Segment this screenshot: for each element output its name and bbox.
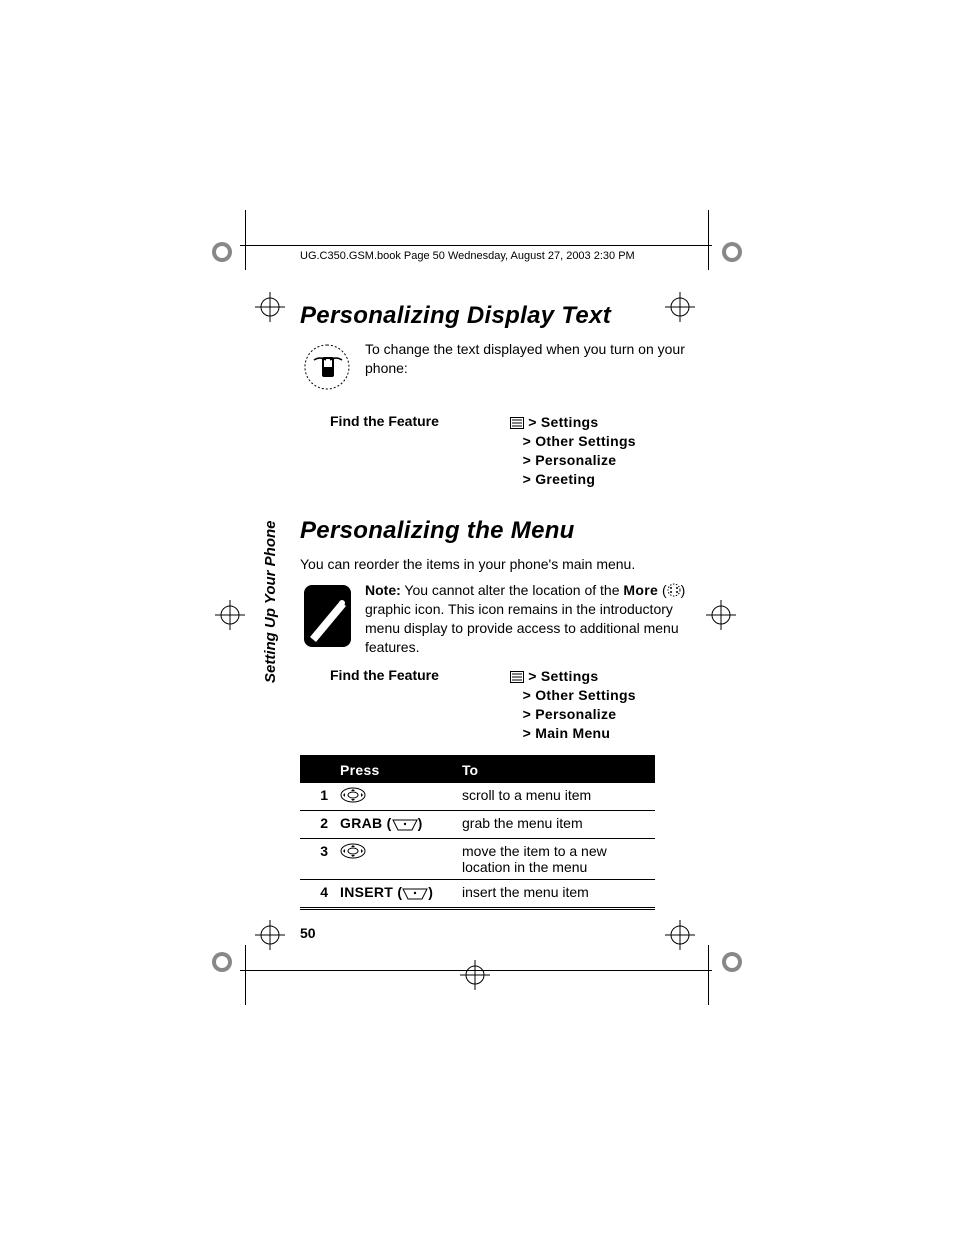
more-icon xyxy=(667,583,681,597)
menu-key-icon xyxy=(510,415,524,427)
find-the-feature-label: Find the Feature xyxy=(300,413,510,429)
reg-mark xyxy=(255,292,285,322)
nav-key-icon xyxy=(340,787,366,806)
reg-mark xyxy=(255,920,285,950)
note-text: Note: You cannot alter the location of t… xyxy=(365,581,700,657)
nav-key-icon xyxy=(340,843,366,862)
step-number: 2 xyxy=(300,810,334,838)
step-number: 4 xyxy=(300,879,334,908)
menu-path: > Settings > Other Settings > Personaliz… xyxy=(510,413,636,489)
table-row: 3 move the item to a new location in the… xyxy=(300,838,655,879)
find-the-feature-label: Find the Feature xyxy=(300,667,510,683)
reg-mark xyxy=(460,960,490,990)
table-row: 4 INSERT () insert the menu item xyxy=(300,879,655,908)
reg-mark xyxy=(706,600,736,630)
crop-line xyxy=(240,970,712,971)
network-feature-icon xyxy=(300,340,355,395)
heading-personalizing-the-menu: Personalizing the Menu xyxy=(300,517,700,545)
section-tab: Setting Up Your Phone xyxy=(262,667,279,683)
crop-line xyxy=(708,945,709,1005)
col-header-to: To xyxy=(456,756,655,782)
press-cell xyxy=(334,838,456,879)
to-cell: scroll to a menu item xyxy=(456,782,655,810)
table-header-row: Press To xyxy=(300,756,655,782)
step-number: 3 xyxy=(300,838,334,879)
crop-line xyxy=(708,210,709,270)
to-cell: insert the menu item xyxy=(456,879,655,908)
steps-table: Press To 1 scroll to a menu item 2 GRAB … xyxy=(300,755,655,910)
to-cell: grab the menu item xyxy=(456,810,655,838)
press-cell xyxy=(334,782,456,810)
crop-mark xyxy=(210,240,234,264)
press-cell: INSERT () xyxy=(334,879,456,908)
to-cell: move the item to a new location in the m… xyxy=(456,838,655,879)
crop-line xyxy=(245,210,246,270)
table-row: 2 GRAB () grab the menu item xyxy=(300,810,655,838)
col-header-press: Press xyxy=(334,756,456,782)
running-header: UG.C350.GSM.book Page 50 Wednesday, Augu… xyxy=(300,250,700,262)
right-softkey-icon xyxy=(402,887,428,903)
step-number: 1 xyxy=(300,782,334,810)
note-icon xyxy=(300,581,355,656)
intro-text-2: You can reorder the items in your phone'… xyxy=(300,555,700,574)
crop-mark xyxy=(720,950,744,974)
press-cell: GRAB () xyxy=(334,810,456,838)
reg-mark xyxy=(215,600,245,630)
menu-key-icon xyxy=(510,669,524,681)
heading-personalizing-display-text: Personalizing Display Text xyxy=(300,302,700,330)
table-row: 1 scroll to a menu item xyxy=(300,782,655,810)
reg-mark xyxy=(665,920,695,950)
crop-mark xyxy=(720,240,744,264)
right-softkey-icon xyxy=(392,818,418,834)
page-number: 50 xyxy=(300,925,316,941)
menu-path: > Settings > Other Settings > Personaliz… xyxy=(510,667,636,743)
intro-text: To change the text displayed when you tu… xyxy=(365,340,700,378)
crop-mark xyxy=(210,950,234,974)
crop-line xyxy=(245,945,246,1005)
